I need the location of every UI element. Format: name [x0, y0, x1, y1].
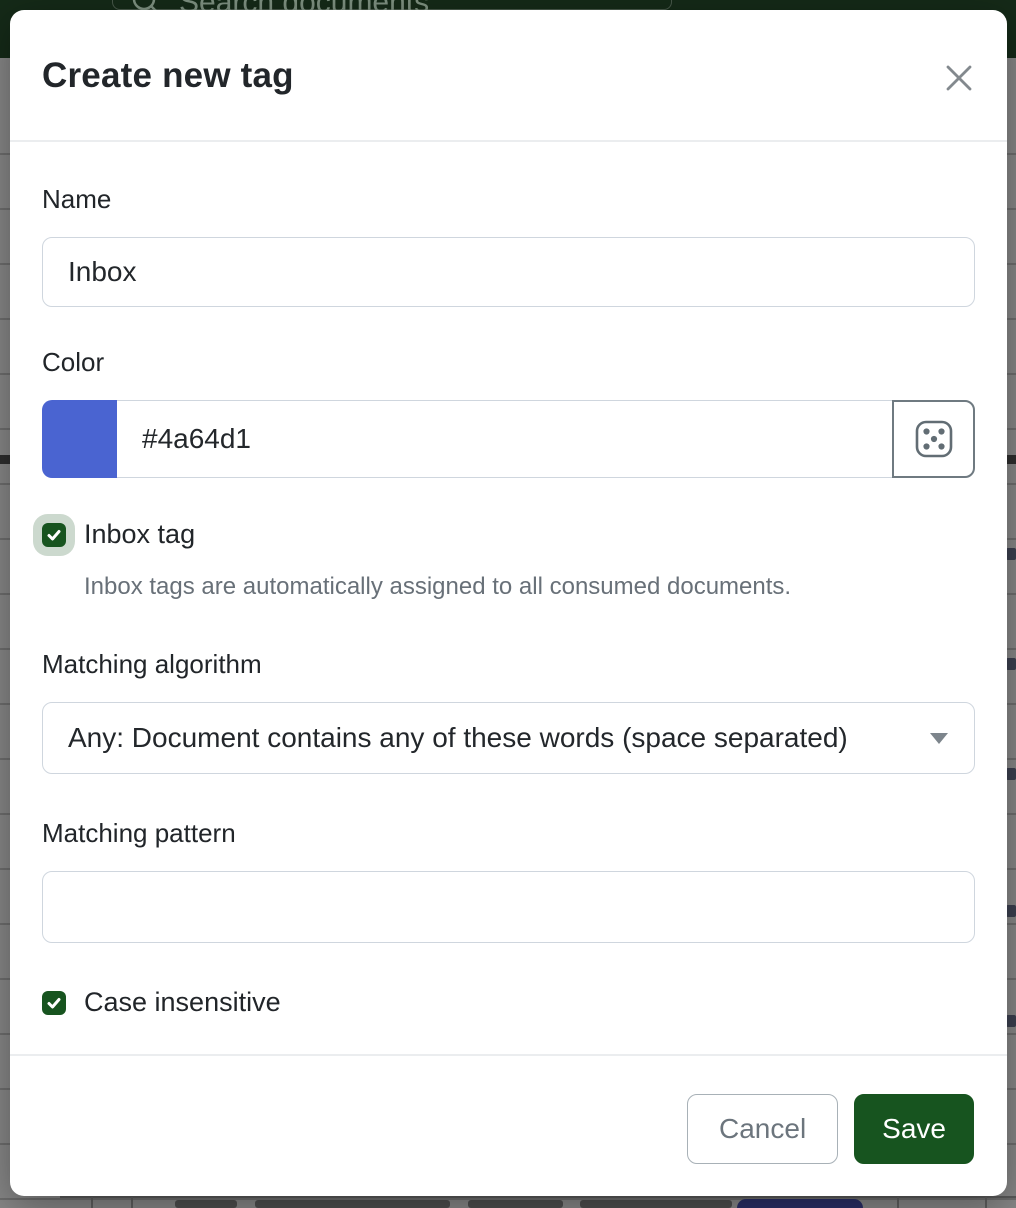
- background-text-fragment: [175, 1200, 237, 1208]
- name-label: Name: [42, 184, 975, 215]
- background-column-border: [91, 1197, 93, 1208]
- random-color-button[interactable]: [892, 400, 975, 478]
- background-tag-chip: [737, 1199, 863, 1208]
- save-button[interactable]: Save: [854, 1094, 974, 1164]
- background-chip: [1006, 768, 1016, 780]
- inbox-tag-label[interactable]: Inbox tag: [84, 519, 195, 550]
- color-swatch: [42, 400, 117, 478]
- background-text-fragment: [468, 1200, 563, 1208]
- close-button[interactable]: [939, 58, 979, 98]
- matching-pattern-input[interactable]: [42, 871, 975, 943]
- name-input[interactable]: [42, 237, 975, 307]
- field-matching-algorithm: Matching algorithm Any: Document contain…: [42, 649, 975, 774]
- field-color: Color: [42, 347, 975, 478]
- check-icon: [46, 527, 62, 543]
- dice-icon: [912, 417, 956, 461]
- dialog-body: Name Color: [10, 142, 1007, 1054]
- case-insensitive-checkbox[interactable]: [42, 991, 66, 1015]
- dialog-header: Create new tag: [10, 10, 1007, 142]
- color-input-group: [42, 400, 975, 478]
- caret-down-icon: [930, 733, 948, 744]
- cancel-button[interactable]: Cancel: [687, 1094, 838, 1164]
- color-label: Color: [42, 347, 975, 378]
- matching-algorithm-selected: Any: Document contains any of these word…: [68, 722, 848, 754]
- matching-pattern-label: Matching pattern: [42, 818, 975, 849]
- dialog-title: Create new tag: [42, 56, 975, 96]
- background-text-fragment: [580, 1200, 732, 1208]
- inbox-tag-checkbox[interactable]: [42, 523, 66, 547]
- inbox-tag-hint: Inbox tags are automatically assigned to…: [84, 573, 975, 601]
- background-column-border: [985, 1197, 987, 1208]
- color-hex-input[interactable]: [117, 400, 893, 478]
- field-name: Name: [42, 184, 975, 307]
- background-column-border: [897, 1197, 899, 1208]
- matching-algorithm-label: Matching algorithm: [42, 649, 975, 680]
- background-chip: [1006, 1015, 1016, 1027]
- field-inbox-tag: Inbox tag: [42, 519, 975, 550]
- check-icon: [46, 995, 62, 1011]
- dialog-footer: Cancel Save: [10, 1054, 1007, 1196]
- case-insensitive-label[interactable]: Case insensitive: [84, 987, 281, 1018]
- background-chip: [1006, 548, 1016, 560]
- background-chip: [1006, 905, 1016, 917]
- field-case-insensitive: Case insensitive: [42, 987, 975, 1018]
- create-tag-dialog: Create new tag Name Color: [10, 10, 1007, 1196]
- matching-algorithm-select[interactable]: Any: Document contains any of these word…: [42, 702, 975, 774]
- background-text-fragment: [255, 1200, 450, 1208]
- close-icon: [941, 60, 977, 96]
- search-input: Search documents: [112, 0, 672, 10]
- field-matching-pattern: Matching pattern: [42, 818, 975, 943]
- background-chip: [1006, 658, 1016, 670]
- background-row-border: [60, 1196, 1016, 1198]
- background-column-border: [131, 1197, 133, 1208]
